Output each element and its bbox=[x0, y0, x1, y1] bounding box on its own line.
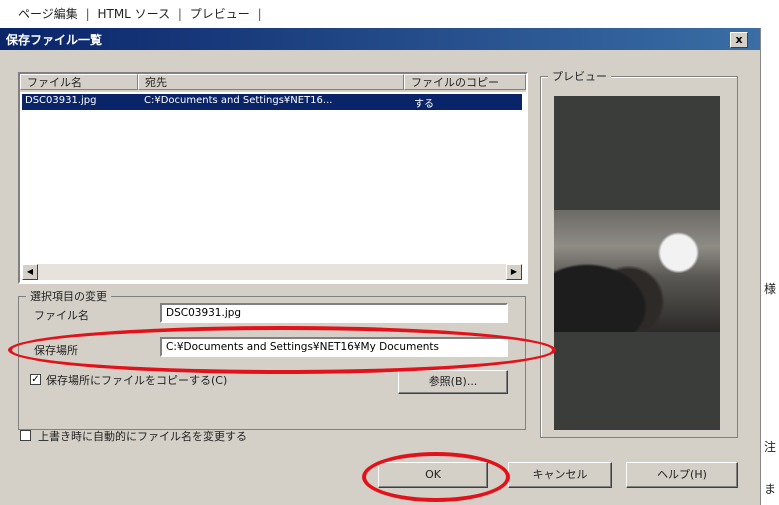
saved-files-dialog: 保存ファイル一覧 x ファイル名 宛先 ファイルのコピー DSC03931.jp… bbox=[0, 28, 760, 505]
dialog-title: 保存ファイル一覧 bbox=[6, 33, 103, 47]
copy-checkbox-label[interactable]: 保存場所にファイルをコピーする(C) bbox=[46, 372, 227, 388]
tab-separator: | bbox=[85, 7, 90, 21]
copy-checkbox[interactable]: ✓ bbox=[30, 374, 41, 385]
tab-separator: | bbox=[257, 7, 262, 21]
tab-html-source[interactable]: HTML ソース bbox=[97, 7, 170, 21]
column-header-copy[interactable]: ファイルのコピー bbox=[404, 74, 526, 90]
scroll-left-icon[interactable]: ◀ bbox=[22, 264, 38, 280]
tab-separator: | bbox=[177, 7, 182, 21]
edge-char: 様 bbox=[764, 282, 777, 296]
background-window-edge: 様 注 ま bbox=[760, 28, 779, 505]
scroll-right-icon[interactable]: ▶ bbox=[506, 264, 522, 280]
edge-char: ま bbox=[764, 482, 777, 496]
filename-field[interactable]: DSC03931.jpg bbox=[160, 303, 508, 323]
row-destination: C:¥Documents and Settings¥NET16... bbox=[144, 95, 333, 106]
tab-preview[interactable]: プレビュー bbox=[190, 7, 250, 21]
column-header-filename[interactable]: ファイル名 bbox=[20, 74, 138, 90]
table-row[interactable]: DSC03931.jpg C:¥Documents and Settings¥N… bbox=[22, 94, 522, 110]
rename-checkbox-label[interactable]: 上書き時に自動的にファイル名を変更する bbox=[38, 428, 247, 444]
rename-checkbox[interactable] bbox=[20, 430, 31, 441]
edge-char: 注 bbox=[764, 440, 777, 454]
preview-label: プレビュー bbox=[548, 68, 611, 84]
help-button[interactable]: ヘルプ(H) bbox=[626, 462, 738, 488]
dialog-titlebar[interactable]: 保存ファイル一覧 x bbox=[0, 28, 760, 50]
change-group-label: 選択項目の変更 bbox=[26, 288, 111, 304]
editor-tab-bar: ページ編集 | HTML ソース | プレビュー | bbox=[0, 0, 779, 28]
annotation-ellipse-location bbox=[8, 326, 556, 374]
row-copy: する bbox=[414, 99, 434, 110]
close-button[interactable]: x bbox=[730, 32, 748, 48]
list-header: ファイル名 宛先 ファイルのコピー bbox=[20, 74, 526, 92]
file-list[interactable]: ファイル名 宛先 ファイルのコピー DSC03931.jpg C:¥Docume… bbox=[18, 72, 528, 284]
browse-button[interactable]: 参照(B)... bbox=[398, 370, 508, 394]
filename-label: ファイル名 bbox=[34, 309, 89, 322]
annotation-ellipse-ok bbox=[362, 452, 510, 502]
column-header-destination[interactable]: 宛先 bbox=[138, 74, 404, 90]
tab-page-edit[interactable]: ページ編集 bbox=[18, 7, 78, 21]
row-filename: DSC03931.jpg bbox=[25, 95, 97, 106]
horizontal-scrollbar[interactable]: ◀ ▶ bbox=[22, 264, 522, 280]
cancel-button[interactable]: キャンセル bbox=[508, 462, 612, 488]
preview-image bbox=[554, 210, 720, 332]
editor-tabs: ページ編集 | HTML ソース | プレビュー | bbox=[18, 6, 266, 22]
